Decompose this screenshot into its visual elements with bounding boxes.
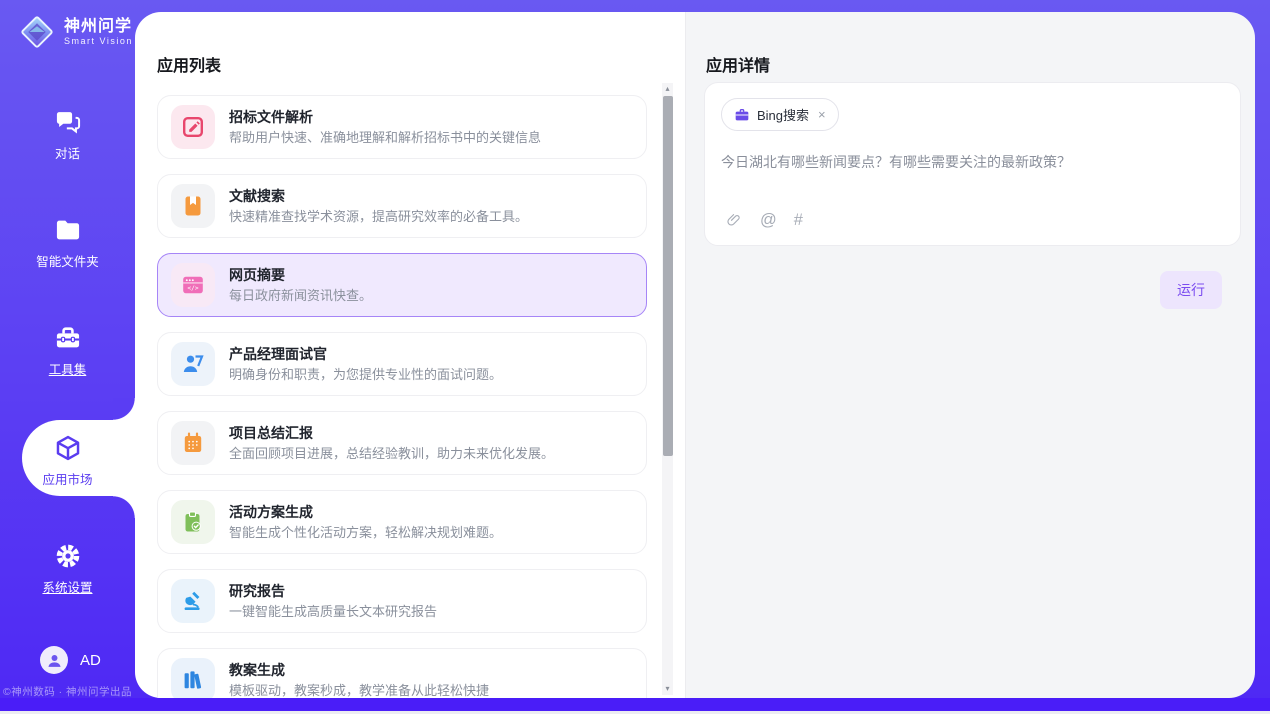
mention-icon[interactable]: @	[760, 211, 777, 229]
tool-chip-label: Bing搜索	[757, 105, 809, 124]
user-initials: AD	[80, 652, 101, 669]
app-card-description: 全面回顾项目进展，总结经验教训，助力未来优化发展。	[229, 445, 554, 462]
brand-subtitle: Smart Vision	[64, 36, 133, 46]
sidebar-item-chat[interactable]: 对话	[0, 108, 135, 162]
calendar-note-icon	[171, 421, 215, 465]
brand-logo: 神州问学 Smart Vision	[18, 13, 133, 51]
tool-chip-bing-search[interactable]: Bing搜索 ×	[721, 98, 839, 131]
list-scrollbar[interactable]: ▴ ▾	[662, 83, 673, 695]
main-content: 应用列表 招标文件解析 帮助用户快速、准确地理解和解析招标书中的关键信息 文献搜…	[135, 12, 1255, 698]
active-nav-fillet-top	[113, 398, 135, 420]
paperclip-icon[interactable]	[725, 211, 743, 229]
app-card-title: 研究报告	[229, 582, 437, 600]
folder-icon	[54, 216, 82, 244]
sidebar-item-folder[interactable]: 智能文件夹	[0, 216, 135, 270]
clipboard-check-icon	[171, 500, 215, 544]
app-card-title: 项目总结汇报	[229, 424, 554, 442]
hash-icon[interactable]: #	[794, 211, 803, 229]
app-card[interactable]: 招标文件解析 帮助用户快速、准确地理解和解析招标书中的关键信息	[157, 95, 647, 159]
app-card-description: 快速精准查找学术资源，提高研究效率的必备工具。	[229, 208, 528, 225]
app-card-title: 网页摘要	[229, 266, 372, 284]
chat-icon	[54, 108, 82, 136]
app-card-list: 招标文件解析 帮助用户快速、准确地理解和解析招标书中的关键信息 文献搜索 快速精…	[157, 95, 647, 698]
app-window: 神州问学 Smart Vision 对话 智能文件夹 工具集 应用市场 系统设置…	[0, 0, 1270, 714]
app-card[interactable]: 文献搜索 快速精准查找学术资源，提高研究效率的必备工具。	[157, 174, 647, 238]
book-icon	[171, 184, 215, 228]
app-card-title: 活动方案生成	[229, 503, 502, 521]
query-text[interactable]: 今日湖北有哪些新闻要点？有哪些需要关注的最新政策？	[721, 152, 1224, 172]
active-nav-fillet-bottom	[113, 496, 135, 518]
app-card[interactable]: 产品经理面试官 明确身份和职责，为您提供专业性的面试问题。	[157, 332, 647, 396]
sidebar-item-label: 系统设置	[42, 577, 92, 596]
diamond-logo-icon	[18, 13, 56, 51]
app-card[interactable]: 项目总结汇报 全面回顾项目进展，总结经验教训，助力未来优化发展。	[157, 411, 647, 475]
scroll-down-icon[interactable]: ▾	[662, 683, 673, 695]
app-card[interactable]: 教案生成 模板驱动，教案秒成，教学准备从此轻松快捷	[157, 648, 647, 698]
close-icon[interactable]: ×	[818, 107, 826, 122]
sidebar: 神州问学 Smart Vision 对话 智能文件夹 工具集 应用市场 系统设置…	[0, 0, 135, 700]
avatar	[40, 646, 68, 674]
app-card[interactable]: 研究报告 一键智能生成高质量长文本研究报告	[157, 569, 647, 633]
cube-icon	[54, 434, 82, 462]
books-icon	[171, 658, 215, 698]
app-list-title: 应用列表	[157, 52, 221, 76]
doc-edit-icon	[171, 105, 215, 149]
sidebar-item-gear[interactable]: 系统设置	[0, 542, 135, 596]
toolbox-icon	[54, 324, 82, 352]
user-account[interactable]: AD	[40, 646, 101, 674]
scrollbar-thumb[interactable]	[663, 96, 673, 456]
app-card-title: 教案生成	[229, 661, 489, 679]
app-card-description: 一键智能生成高质量长文本研究报告	[229, 603, 437, 620]
gear-icon	[54, 542, 82, 570]
sidebar-item-label: 对话	[55, 143, 80, 162]
sidebar-item-cube[interactable]: 应用市场	[0, 434, 135, 488]
app-card-title: 招标文件解析	[229, 108, 541, 126]
sidebar-item-toolbox[interactable]: 工具集	[0, 324, 135, 378]
sidebar-item-label: 工具集	[49, 359, 87, 378]
interviewer-icon	[171, 342, 215, 386]
app-card-title: 产品经理面试官	[229, 345, 502, 363]
app-card-description: 智能生成个性化活动方案，轻松解决规划难题。	[229, 524, 502, 541]
run-button[interactable]: 运行	[1160, 271, 1222, 309]
app-card-description: 模板驱动，教案秒成，教学准备从此轻松快捷	[229, 682, 489, 698]
svg-text:</>: </>	[187, 285, 198, 292]
scroll-up-icon[interactable]: ▴	[662, 83, 673, 95]
microscope-icon	[171, 579, 215, 623]
briefcase-icon	[734, 107, 750, 123]
sidebar-item-label: 应用市场	[42, 469, 92, 488]
app-detail-title: 应用详情	[706, 52, 770, 76]
app-card-description: 每日政府新闻资讯快查。	[229, 287, 372, 304]
sidebar-item-label: 智能文件夹	[36, 251, 99, 270]
prompt-card: Bing搜索 × 今日湖北有哪些新闻要点？有哪些需要关注的最新政策？ @ #	[704, 82, 1241, 246]
brand-title: 神州问学	[64, 18, 133, 36]
copyright-text: ©神州数码 · 神州问学出品	[0, 684, 135, 699]
app-card[interactable]: 活动方案生成 智能生成个性化活动方案，轻松解决规划难题。	[157, 490, 647, 554]
app-card-title: 文献搜索	[229, 187, 528, 205]
webpage-code-icon: </>	[171, 263, 215, 307]
app-list-panel: 应用列表 招标文件解析 帮助用户快速、准确地理解和解析招标书中的关键信息 文献搜…	[135, 12, 685, 698]
app-card[interactable]: </> 网页摘要 每日政府新闻资讯快查。	[157, 253, 647, 317]
composer-toolbar: @ #	[725, 211, 803, 229]
app-card-description: 帮助用户快速、准确地理解和解析招标书中的关键信息	[229, 129, 541, 146]
bottom-accent-bar	[0, 698, 1270, 711]
app-card-description: 明确身份和职责，为您提供专业性的面试问题。	[229, 366, 502, 383]
app-detail-panel: 应用详情 Bing搜索 × 今日湖北有哪些新闻要点？有哪些需要关注的最新政策？ …	[685, 12, 1255, 698]
